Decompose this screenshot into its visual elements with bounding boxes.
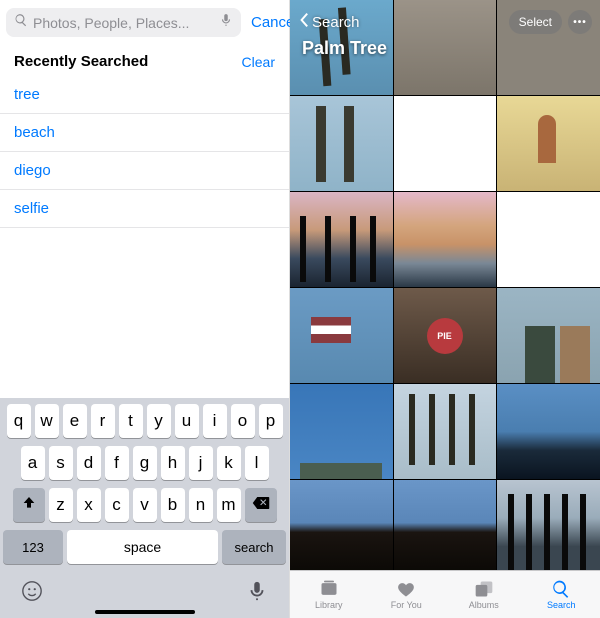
emoji-icon[interactable] [21,580,43,602]
search-bar[interactable] [6,8,241,37]
key-g[interactable]: g [133,446,157,480]
tab-label: For You [391,600,422,610]
key-shift[interactable] [13,488,45,522]
key-t[interactable]: t [119,404,143,438]
photo-tile[interactable] [290,384,393,479]
tab-label: Search [547,600,576,610]
tab-search[interactable]: Search [523,571,600,618]
search-screen: Cancel Recently Searched Clear tree beac… [0,0,290,618]
keyboard-bottom-row [3,572,286,606]
back-button[interactable]: Search [298,12,360,32]
kb-row-4: 123 space search [3,530,286,564]
photo-tile[interactable] [497,480,600,570]
key-v[interactable]: v [133,488,157,522]
kb-row-2: a s d f g h j k l [3,446,286,480]
tab-library[interactable]: Library [290,571,368,618]
key-x[interactable]: x [77,488,101,522]
photo-tile[interactable] [290,192,393,287]
recent-header-row: Recently Searched Clear [0,45,289,76]
result-title: Palm Tree [298,38,592,59]
photo-tile[interactable] [290,288,393,383]
keyboard: q w e r t y u i o p a s d f g h j k l z [0,398,289,618]
key-h[interactable]: h [161,446,185,480]
key-k[interactable]: k [217,446,241,480]
key-b[interactable]: b [161,488,185,522]
key-n[interactable]: n [189,488,213,522]
photo-tile[interactable] [394,96,497,191]
key-w[interactable]: w [35,404,59,438]
key-r[interactable]: r [91,404,115,438]
key-j[interactable]: j [189,446,213,480]
key-y[interactable]: y [147,404,171,438]
photo-tile[interactable] [394,192,497,287]
photo-tile[interactable] [497,288,600,383]
home-indicator[interactable] [95,610,195,614]
photo-tile[interactable] [497,384,600,479]
key-a[interactable]: a [21,446,45,480]
photo-tile[interactable] [290,96,393,191]
key-p[interactable]: p [259,404,283,438]
chevron-left-icon [298,12,310,32]
photo-tile[interactable] [497,96,600,191]
photo-grid [290,0,600,570]
search-icon [14,13,28,32]
back-label: Search [312,14,360,31]
recent-item[interactable]: diego [0,152,289,190]
key-z[interactable]: z [49,488,73,522]
kb-mic-icon[interactable] [246,580,268,602]
backspace-icon [252,495,270,515]
tab-bar: Library For You Albums Search [290,570,600,618]
search-input[interactable] [33,15,214,31]
key-space[interactable]: space [67,530,218,564]
shift-icon [21,495,37,516]
select-button[interactable]: Select [509,10,562,34]
key-l[interactable]: l [245,446,269,480]
key-s[interactable]: s [49,446,73,480]
recent-header: Recently Searched [14,53,148,70]
key-e[interactable]: e [63,404,87,438]
results-screen: Search Select ••• Palm Tree [290,0,600,618]
photo-tile[interactable] [394,384,497,479]
header-top: Search Select ••• [298,10,592,34]
key-o[interactable]: o [231,404,255,438]
key-q[interactable]: q [7,404,31,438]
recent-item[interactable]: selfie [0,190,289,228]
key-backspace[interactable] [245,488,277,522]
tab-label: Albums [469,600,499,610]
key-123[interactable]: 123 [3,530,63,564]
kb-row-1: q w e r t y u i o p [3,404,286,438]
kb-row-3: z x c v b n m [3,488,286,522]
tab-label: Library [315,600,343,610]
tab-albums[interactable]: Albums [445,571,523,618]
photo-tile[interactable] [290,480,393,570]
key-i[interactable]: i [203,404,227,438]
key-d[interactable]: d [77,446,101,480]
key-search[interactable]: search [222,530,286,564]
recent-item[interactable]: tree [0,76,289,114]
header-overlay: Search Select ••• Palm Tree [290,0,600,65]
mic-icon[interactable] [219,13,233,32]
clear-button[interactable]: Clear [242,54,275,70]
key-f[interactable]: f [105,446,129,480]
recent-item[interactable]: beach [0,114,289,152]
search-bar-row: Cancel [0,0,289,45]
key-m[interactable]: m [217,488,241,522]
header-actions: Select ••• [509,10,592,34]
photo-tile[interactable] [497,192,600,287]
key-c[interactable]: c [105,488,129,522]
photo-tile[interactable] [394,288,497,383]
key-u[interactable]: u [175,404,199,438]
ellipsis-icon: ••• [573,17,587,28]
tab-for-you[interactable]: For You [368,571,446,618]
recent-list: tree beach diego selfie [0,76,289,228]
more-button[interactable]: ••• [568,10,592,34]
photo-tile[interactable] [394,480,497,570]
